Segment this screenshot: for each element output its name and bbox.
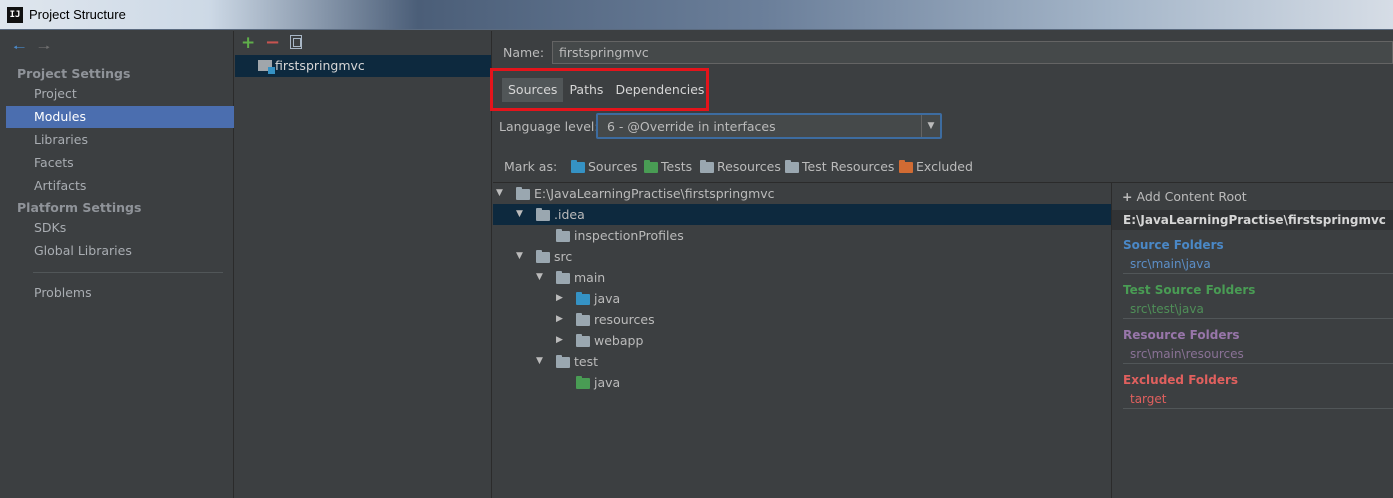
module-name-input[interactable]: firstspringmvc (552, 41, 1393, 64)
tree-node-idea[interactable]: ▼ .idea (493, 204, 1111, 225)
folder-tree: ▼ E:\JavaLearningPractise\firstspringmvc… (493, 182, 1111, 498)
tree-node-test-java[interactable]: java (493, 372, 1111, 393)
tree-node-root[interactable]: ▼ E:\JavaLearningPractise\firstspringmvc (493, 183, 1111, 204)
tree-node-inspection-profiles[interactable]: inspectionProfiles (493, 225, 1111, 246)
collapsed-arrow-icon[interactable]: ▶ (556, 309, 563, 330)
module-list-item[interactable]: firstspringmvc (235, 55, 491, 77)
mark-as-label: Mark as: (504, 159, 558, 174)
module-detail-panel: Name: firstspringmvc Sources Paths Depen… (490, 31, 1393, 498)
test-resources-folder-icon (785, 160, 799, 173)
expanded-arrow-icon[interactable]: ▼ (516, 204, 523, 225)
window-title: Project Structure (29, 7, 126, 22)
expanded-arrow-icon[interactable]: ▼ (536, 267, 543, 288)
folder-icon (556, 355, 570, 368)
group-divider (1123, 408, 1393, 409)
sidebar-item-sdks[interactable]: SDKs (6, 217, 234, 239)
folder-icon (576, 334, 590, 347)
folder-icon (556, 271, 570, 284)
add-module-icon[interactable]: + (241, 33, 255, 53)
tab-dependencies[interactable]: Dependencies (609, 78, 710, 102)
module-list-panel: + − firstspringmvc (235, 31, 492, 498)
intellij-app-icon: IJ (7, 7, 23, 23)
group-divider (1123, 318, 1393, 319)
tree-node-resources[interactable]: ▶ resources (493, 309, 1111, 330)
plus-icon: + (1122, 189, 1133, 204)
tree-node-webapp[interactable]: ▶ webapp (493, 330, 1111, 351)
source-folder-icon (576, 292, 590, 305)
sidebar-item-facets[interactable]: Facets (6, 152, 234, 174)
test-source-folders-heading: Test Source Folders (1123, 283, 1256, 297)
mark-test-resources-button[interactable]: Test Resources (785, 159, 894, 174)
tree-node-main[interactable]: ▼ main (493, 267, 1111, 288)
sidebar-item-artifacts[interactable]: Artifacts (6, 175, 234, 197)
mark-sources-button[interactable]: Sources (571, 159, 637, 174)
sidebar-item-modules[interactable]: Modules (6, 106, 234, 128)
module-icon (258, 60, 275, 74)
tree-node-src[interactable]: ▼ src (493, 246, 1111, 267)
mark-excluded-button[interactable]: Excluded (899, 159, 973, 174)
resource-folder-entry[interactable]: src\main\resources (1130, 347, 1244, 361)
name-label: Name: (503, 45, 545, 60)
add-content-root-button[interactable]: + Add Content Root (1122, 189, 1247, 204)
tree-node-main-java[interactable]: ▶ java (493, 288, 1111, 309)
title-bar: IJ Project Structure (0, 0, 1393, 30)
test-source-folder-entry[interactable]: src\test\java (1130, 302, 1204, 316)
folder-icon (536, 208, 550, 221)
sidebar-item-libraries[interactable]: Libraries (6, 129, 234, 151)
collapsed-arrow-icon[interactable]: ▶ (556, 330, 563, 351)
tab-paths[interactable]: Paths (563, 78, 609, 102)
section-project-settings: Project Settings (17, 66, 131, 81)
tests-folder-icon (644, 160, 658, 173)
tree-node-test[interactable]: ▼ test (493, 351, 1111, 372)
sidebar-item-problems[interactable]: Problems (6, 282, 234, 304)
module-name: firstspringmvc (275, 58, 365, 73)
remove-module-icon[interactable]: − (265, 32, 280, 53)
mark-resources-button[interactable]: Resources (700, 159, 781, 174)
expanded-arrow-icon[interactable]: ▼ (516, 246, 523, 267)
module-tabs: Sources Paths Dependencies (502, 78, 710, 102)
settings-sidebar: 🠐 🠒 Project Settings Project Modules Lib… (0, 31, 234, 498)
section-platform-settings: Platform Settings (17, 200, 142, 215)
resource-folders-heading: Resource Folders (1123, 328, 1240, 342)
forward-arrow-icon[interactable]: 🠒 (38, 37, 50, 61)
excluded-folders-heading: Excluded Folders (1123, 373, 1239, 387)
content-root-panel: + Add Content Root E:\JavaLearningPractis… (1111, 182, 1393, 498)
expanded-arrow-icon[interactable]: ▼ (536, 351, 543, 372)
excluded-folder-icon (899, 160, 913, 173)
dropdown-arrow-icon[interactable]: ▼ (921, 115, 940, 137)
collapsed-arrow-icon[interactable]: ▶ (556, 288, 563, 309)
language-level-select[interactable]: 6 - @Override in interfaces ▼ (596, 113, 942, 139)
group-divider (1123, 363, 1393, 364)
tab-sources[interactable]: Sources (502, 78, 564, 102)
group-divider (1123, 273, 1393, 274)
language-level-label: Language level: (499, 119, 599, 134)
back-arrow-icon[interactable]: 🠐 (13, 37, 25, 61)
resources-folder-icon (576, 313, 590, 326)
sidebar-item-project[interactable]: Project (6, 83, 234, 105)
source-folders-heading: Source Folders (1123, 238, 1224, 252)
test-folder-icon (576, 376, 590, 389)
content-root-path: E:\JavaLearningPractise\firstspringmvc (1112, 210, 1393, 230)
sources-folder-icon (571, 160, 585, 173)
folder-icon (536, 250, 550, 263)
sidebar-divider (33, 272, 223, 273)
language-level-value: 6 - @Override in interfaces (607, 119, 776, 134)
sidebar-item-global-libraries[interactable]: Global Libraries (6, 240, 234, 262)
resources-folder-icon (700, 160, 714, 173)
folder-icon (556, 229, 570, 242)
mark-tests-button[interactable]: Tests (644, 159, 692, 174)
copy-module-icon[interactable] (290, 35, 302, 49)
excluded-folder-entry[interactable]: target (1130, 392, 1167, 406)
expanded-arrow-icon[interactable]: ▼ (496, 183, 503, 204)
folder-icon (516, 187, 530, 200)
source-folder-entry[interactable]: src\main\java (1130, 257, 1211, 271)
